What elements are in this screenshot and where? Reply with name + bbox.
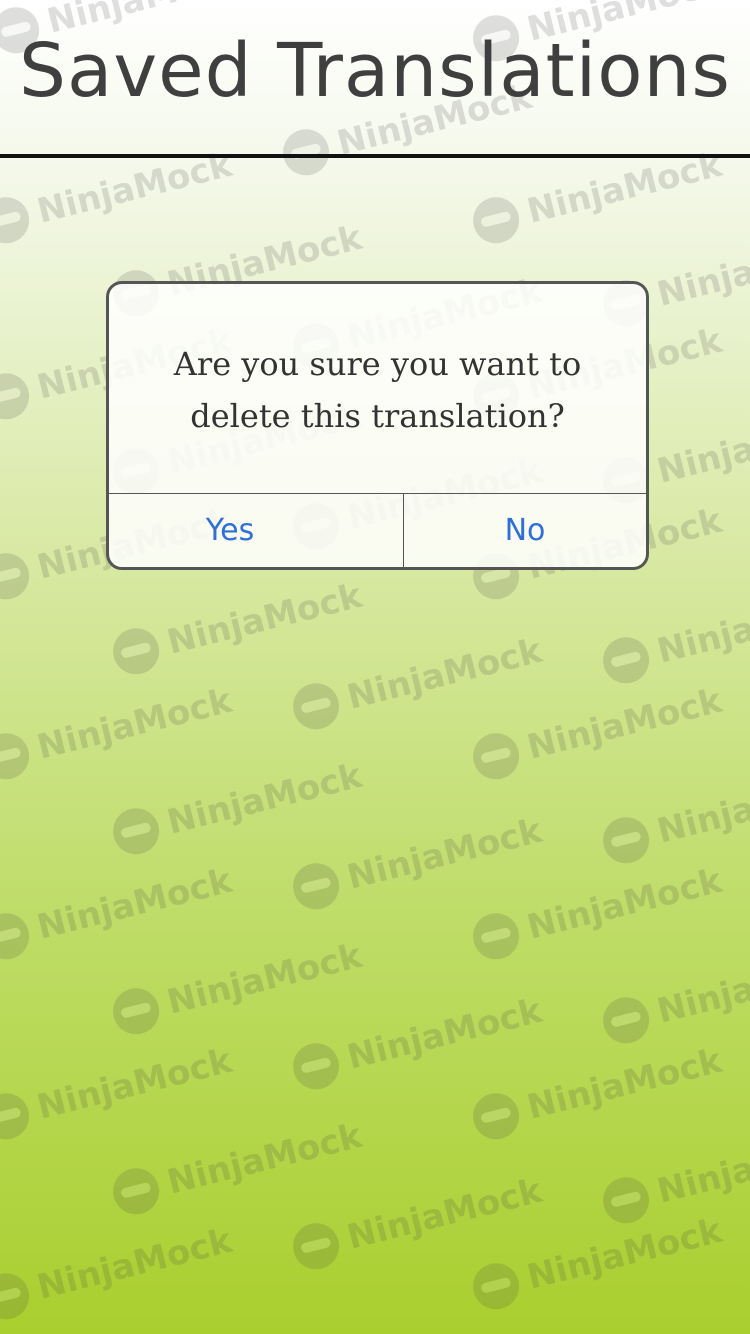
ninja-icon — [0, 368, 34, 425]
header-divider — [0, 154, 750, 158]
watermark: NinjaMock — [288, 1168, 546, 1275]
ninja-icon — [0, 908, 34, 965]
ninja-icon — [598, 992, 654, 1049]
ninja-icon — [288, 1038, 344, 1095]
watermark: NinjaMock — [108, 753, 366, 860]
ninja-icon — [468, 908, 524, 965]
ninja-icon — [0, 548, 34, 605]
watermark: NinjaMock — [468, 858, 726, 965]
ninja-icon — [108, 803, 164, 860]
dialog-button-row: Yes No — [109, 494, 646, 567]
watermark: NinjaMock — [108, 933, 366, 1040]
watermark: NinjaMock — [468, 1208, 726, 1315]
watermark: NinjaMock — [288, 808, 546, 915]
ninja-icon — [598, 812, 654, 869]
watermark: NinjaMock — [468, 678, 726, 785]
yes-button[interactable]: Yes — [109, 494, 404, 567]
watermark: NinjaMock — [0, 1218, 237, 1325]
ninja-icon — [598, 632, 654, 689]
watermark: NinjaMock — [108, 1113, 366, 1220]
ninja-icon — [0, 192, 34, 249]
ninja-icon — [288, 678, 344, 735]
watermark: NinjaMock — [108, 573, 366, 680]
watermark: NinjaMock — [0, 1038, 237, 1145]
ninja-icon — [468, 192, 524, 249]
ninja-icon — [468, 1258, 524, 1315]
header: Saved Translations — [0, 0, 750, 160]
ninja-icon — [288, 1218, 344, 1275]
watermark: NinjaMock — [288, 988, 546, 1095]
ninja-icon — [108, 1163, 164, 1220]
delete-confirmation-dialog: Are you sure you want to delete this tra… — [106, 281, 649, 570]
watermark: NinjaMock — [468, 1038, 726, 1145]
ninja-icon — [468, 728, 524, 785]
no-button[interactable]: No — [404, 494, 646, 567]
watermark: NinjaMock — [598, 762, 750, 869]
dialog-message: Are you sure you want to delete this tra… — [173, 345, 582, 435]
watermark: NinjaMock — [0, 678, 237, 785]
page-title: Saved Translations — [19, 28, 731, 114]
ninja-icon — [0, 1088, 34, 1145]
watermark: NinjaMock — [598, 942, 750, 1049]
watermark: NinjaMock — [598, 1122, 750, 1229]
ninja-icon — [468, 1088, 524, 1145]
ninja-icon — [0, 1268, 34, 1325]
ninja-icon — [598, 1172, 654, 1229]
ninja-icon — [288, 858, 344, 915]
watermark: NinjaMock — [598, 582, 750, 689]
watermark: NinjaMock — [288, 628, 546, 735]
ninja-icon — [0, 728, 34, 785]
ninja-icon — [108, 623, 164, 680]
watermark-layer: NinjaMock NinjaMock NinjaMock NinjaMock … — [0, 0, 750, 1334]
watermark: NinjaMock — [0, 858, 237, 965]
ninja-icon — [108, 983, 164, 1040]
